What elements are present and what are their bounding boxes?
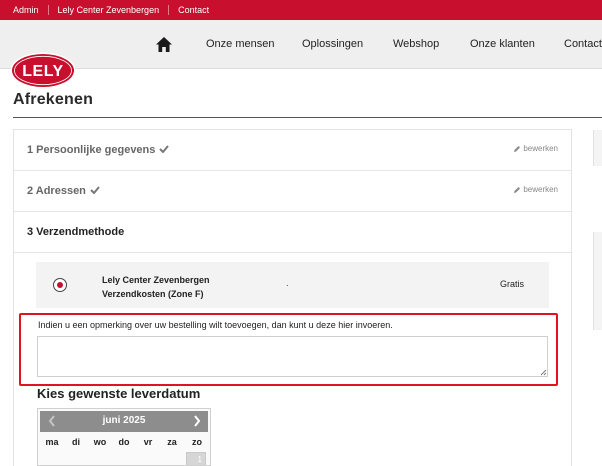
chevron-right-icon[interactable] — [193, 414, 201, 428]
step-title: 1 Persoonlijke gegevens — [27, 144, 170, 156]
edit-link[interactable]: bewerken — [513, 144, 558, 153]
check-icon — [90, 186, 100, 194]
nav-item-onze-klanten[interactable]: Onze klanten — [470, 38, 535, 50]
top-utility-bar: Admin Lely Center Zevenbergen Contact — [0, 0, 602, 20]
nav-item-contact[interactable]: Contact — [564, 38, 602, 50]
resize-grip-icon[interactable] — [540, 369, 547, 376]
lely-logo[interactable]: LELY — [10, 52, 76, 89]
main-navigation: Onze mensen Oplossingen Webshop Onze kla… — [0, 20, 602, 69]
shipping-option[interactable]: Lely Center Zevenbergen Verzendkosten (Z… — [36, 262, 549, 308]
shipping-separator: . — [286, 278, 289, 288]
topbar-link-admin[interactable]: Admin — [13, 5, 49, 15]
delivery-date-title: Kies gewenste leverdatum — [37, 386, 201, 401]
sidebar-panel — [593, 130, 602, 166]
shipping-name: Lely Center Zevenbergen Verzendkosten (Z… — [102, 275, 210, 299]
remark-textarea[interactable] — [37, 336, 548, 377]
topbar-link-dealer[interactable]: Lely Center Zevenbergen — [58, 5, 170, 15]
calendar-month: juni 2025 — [102, 415, 146, 426]
step-title: 2 Adressen — [27, 185, 100, 197]
weekday-label: za — [167, 437, 177, 447]
edit-link[interactable]: bewerken — [513, 185, 558, 194]
title-divider — [13, 117, 602, 118]
date-picker: juni 2025 ma di wo do vr za zo 1 — [37, 408, 211, 466]
weekday-label: wo — [93, 437, 107, 447]
shipping-radio[interactable] — [53, 278, 67, 292]
step-shipping-method: 3 Verzendmethode — [14, 212, 571, 253]
nav-item-onze-mensen[interactable]: Onze mensen — [206, 38, 274, 50]
remark-label: Indien u een opmerking over uw bestellin… — [38, 320, 393, 330]
step-title: 3 Verzendmethode — [27, 226, 125, 238]
radio-selected-dot — [57, 282, 63, 288]
calendar-day[interactable]: 1 — [186, 452, 206, 465]
page-title: Afrekenen — [13, 91, 94, 108]
step-personal-details[interactable]: 1 Persoonlijke gegevens bewerken — [14, 130, 571, 171]
weekday-label: zo — [192, 437, 202, 447]
check-icon — [159, 145, 170, 153]
pencil-icon — [514, 145, 521, 152]
weekday-label: ma — [45, 437, 59, 447]
weekday-label: vr — [143, 437, 153, 447]
nav-item-webshop[interactable]: Webshop — [393, 38, 439, 50]
calendar-header: juni 2025 — [40, 411, 208, 432]
svg-text:LELY: LELY — [22, 63, 63, 80]
sidebar-panel — [593, 232, 602, 330]
step-addresses[interactable]: 2 Adressen bewerken — [14, 171, 571, 212]
nav-item-oplossingen[interactable]: Oplossingen — [302, 38, 363, 50]
topbar-link-contact[interactable]: Contact — [178, 5, 218, 15]
weekday-label: di — [72, 437, 80, 447]
weekday-label: do — [118, 437, 130, 447]
shipping-price: Gratis — [500, 279, 525, 289]
home-icon[interactable] — [156, 37, 172, 52]
pencil-icon — [514, 186, 521, 193]
